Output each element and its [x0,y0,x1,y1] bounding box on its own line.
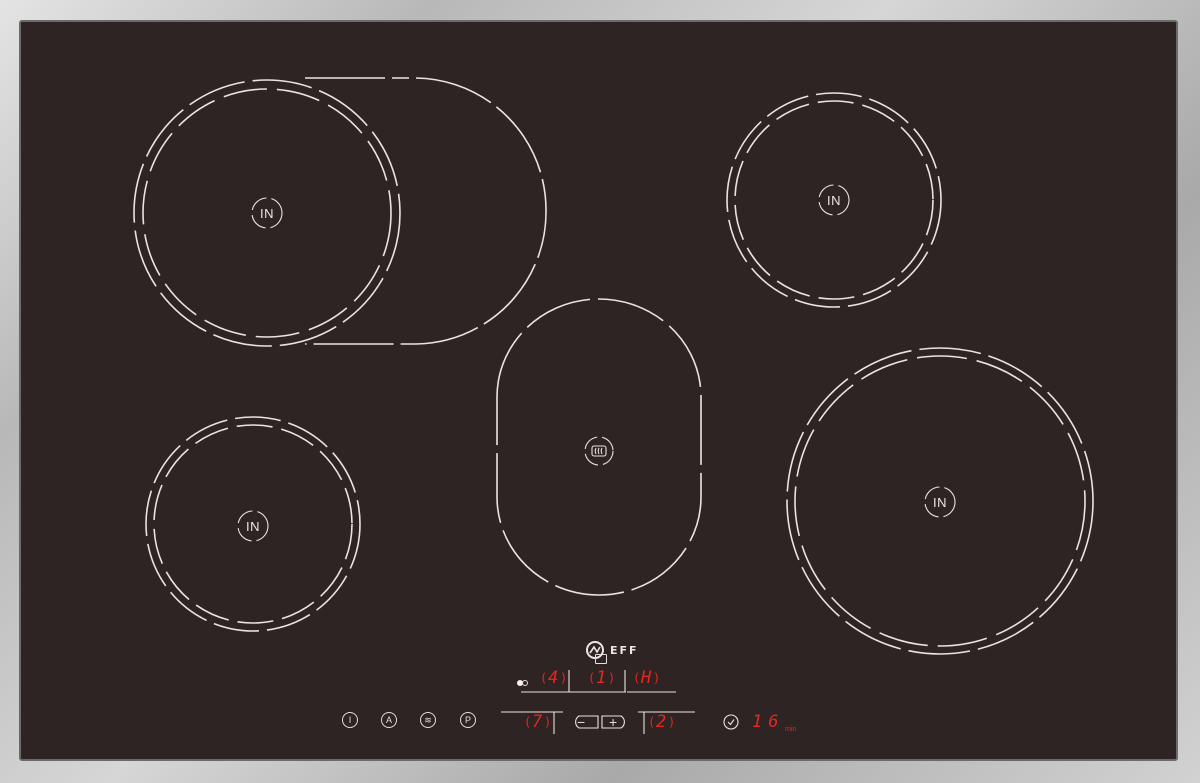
timer-unit: min [785,726,797,733]
bracket-close: ) [560,671,568,685]
bracket-open: ( [648,715,656,729]
bracket-open: ( [524,715,532,729]
timer-display: 16 [752,712,785,732]
zone-center-heat-badge [582,434,616,468]
timer-button[interactable] [723,714,739,730]
bracket-open: ( [540,671,548,685]
power-glyph: I [348,715,352,725]
keep-warm-button[interactable]: ≋ [420,712,436,728]
stainless-frame: IN IN IN IN EFF (4) (1) (H) I A ≋ … [0,0,1200,783]
keep-warm-glyph: ≋ [424,714,432,725]
program-glyph: P [464,715,471,725]
minus-button[interactable]: − [569,714,599,730]
bracket-open: ( [588,671,596,685]
zone-front-left-induction-badge: IN [236,509,270,543]
zone-front-right-induction-badge: IN [923,485,957,519]
keep-warm-indicator-icon [595,654,607,664]
bracket-close: ) [608,671,616,685]
bracket-close: ) [668,715,676,729]
display-zone-power-2: 1 [596,668,607,688]
plus-button[interactable]: + [601,714,631,730]
minus-glyph: − [577,714,586,730]
cooktop-glass: IN IN IN IN EFF (4) (1) (H) I A ≋ … [19,20,1178,761]
display-zone-power-5: 2 [656,712,667,732]
program-button[interactable]: P [460,712,476,728]
bracket-open: ( [633,671,641,685]
plus-glyph: + [609,714,618,730]
auto-button[interactable]: A [381,712,397,728]
zone-selector-dot-icon[interactable] [517,679,529,687]
display-zone-power-1: 4 [548,668,559,688]
zone-rear-left[interactable] [133,77,547,347]
clock-icon [723,714,739,730]
display-zone-power-3: H [641,668,652,688]
power-button[interactable]: I [342,712,358,728]
display-zone-power-4: 7 [532,712,543,732]
zone-rear-right-induction-badge: IN [817,183,851,217]
bracket-close: ) [544,715,552,729]
auto-glyph: A [385,715,392,725]
brand-name: EFF [610,643,639,657]
bracket-close: ) [653,671,661,685]
brand-logo: EFF [586,640,639,660]
zone-rear-left-induction-badge: IN [250,196,284,230]
